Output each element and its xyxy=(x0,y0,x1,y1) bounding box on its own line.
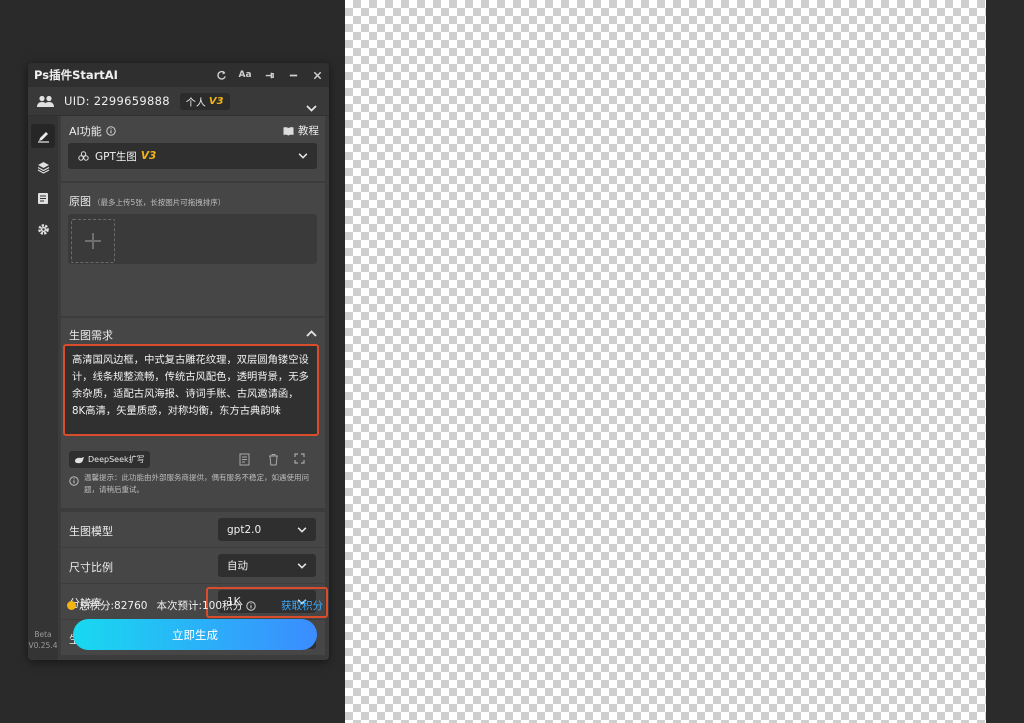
total-points: 总积分:82760 xyxy=(79,600,148,612)
user-bar: UID: 2299659888 个人 V3 xyxy=(28,87,329,116)
upload-area xyxy=(68,214,317,264)
chevron-down-icon xyxy=(298,153,308,159)
chevron-down-icon[interactable] xyxy=(306,97,317,116)
source-image-label: 原图 xyxy=(69,195,91,208)
source-image-section: 原图 （最多上传5张，长按图片可拖拽排序） xyxy=(61,183,325,316)
prompt-textarea[interactable]: 高清国风边框，中式复古雕花纹理，双层圆角镂空设计，线条规整流畅，传统古风配色，透… xyxy=(63,344,319,436)
source-image-hint: （最多上传5张，长按图片可拖拽排序） xyxy=(93,198,226,207)
ratio-select[interactable]: 自动 xyxy=(218,554,316,577)
edit-icon xyxy=(37,131,49,143)
deepseek-label: DeepSeek扩写 xyxy=(88,455,145,464)
settings-icon xyxy=(37,223,49,235)
title-bar: Ps插件StartAI Aa xyxy=(28,63,329,87)
ai-function-label-wrap: AI功能 xyxy=(69,123,116,139)
info-icon[interactable] xyxy=(246,600,256,611)
fullscreen-icon[interactable] xyxy=(294,453,305,464)
book-icon xyxy=(283,126,294,135)
tutorial-link[interactable]: 教程 xyxy=(283,123,319,138)
setting-label: 生图模型 xyxy=(69,525,113,538)
notice-text: 温馨提示：此功能由外部服务商提供，偶有服务不稳定，如遇使用问题，请稍后重试。 xyxy=(84,473,309,494)
flower-icon xyxy=(78,150,89,161)
sidebar-item-settings[interactable] xyxy=(31,217,55,241)
setting-value: gpt2.0 xyxy=(227,523,262,536)
history-icon[interactable] xyxy=(239,453,251,466)
points-summary: 总积分:82760 本次预计:100积分 xyxy=(67,598,256,613)
upload-button[interactable] xyxy=(71,219,115,263)
coin-icon xyxy=(67,601,76,610)
prompt-label: 生图需求 xyxy=(69,329,113,342)
setting-label: 尺寸比例 xyxy=(69,561,113,574)
trash-icon[interactable] xyxy=(268,453,279,466)
sidebar-item-layers[interactable] xyxy=(31,155,55,179)
close-icon[interactable] xyxy=(311,69,323,81)
info-icon xyxy=(69,476,79,486)
sidebar-item-notes[interactable] xyxy=(31,186,55,210)
tutorial-label: 教程 xyxy=(298,125,319,137)
sidebar-item-edit[interactable] xyxy=(31,124,55,148)
notice: 温馨提示：此功能由外部服务商提供，偶有服务不稳定，如遇使用问题，请稍后重试。 xyxy=(69,472,319,496)
deepseek-expand-button[interactable]: DeepSeek扩写 xyxy=(69,451,150,468)
ai-function-selected: GPT生图 xyxy=(95,150,137,163)
ai-function-section: AI功能 教程 GPT生图 V3 xyxy=(61,116,325,181)
refresh-icon[interactable] xyxy=(215,69,227,81)
ai-function-select[interactable]: GPT生图 V3 xyxy=(68,143,317,169)
plan-version: V3 xyxy=(208,95,224,107)
pin-icon[interactable] xyxy=(263,69,275,81)
app-title: Ps插件StartAI xyxy=(34,68,118,82)
ai-function-version: V3 xyxy=(140,150,157,162)
transparent-canvas xyxy=(345,0,986,723)
plan-label: 个人 xyxy=(185,97,206,109)
users-icon xyxy=(37,95,54,108)
sidebar: Beta V0.25.4 xyxy=(28,116,58,660)
layers-icon xyxy=(37,161,49,174)
prompt-toolbar: DeepSeek扩写 xyxy=(69,451,319,469)
setting-value: 自动 xyxy=(227,560,248,572)
minimize-icon[interactable] xyxy=(287,69,299,81)
get-points-link[interactable]: 获取积分 xyxy=(281,598,323,613)
whale-icon xyxy=(75,456,84,463)
setting-row-model: 生图模型 gpt2.0 xyxy=(61,512,325,547)
estimate-points: 本次预计:100积分 xyxy=(156,600,244,612)
version-label: V0.25.4 xyxy=(28,641,58,650)
notes-icon xyxy=(38,192,48,204)
ai-function-label: AI功能 xyxy=(69,125,102,138)
info-icon[interactable] xyxy=(106,126,116,136)
user-uid: UID: 2299659888 xyxy=(64,94,170,108)
source-image-label-wrap: 原图 （最多上传5张，长按图片可拖拽排序） xyxy=(69,193,225,209)
plugin-panel: Ps插件StartAI Aa UID: 2299659888 个人 V3 Bet… xyxy=(28,63,329,660)
plus-icon xyxy=(85,233,101,249)
setting-row-ratio: 尺寸比例 自动 xyxy=(61,548,325,583)
model-select[interactable]: gpt2.0 xyxy=(218,518,316,541)
right-side-panel xyxy=(986,0,1024,723)
font-icon[interactable]: Aa xyxy=(238,69,251,81)
chevron-down-icon xyxy=(297,562,307,569)
beta-label: Beta xyxy=(34,630,52,639)
generate-button[interactable]: 立即生成 xyxy=(73,619,317,650)
main-content: AI功能 教程 GPT生图 V3 原图 （最多上传5张，长按图片可拖拽排序） 生… xyxy=(61,116,329,660)
plan-badge: 个人 V3 xyxy=(179,92,230,110)
chevron-down-icon xyxy=(297,526,307,533)
chevron-up-icon[interactable] xyxy=(306,330,317,337)
